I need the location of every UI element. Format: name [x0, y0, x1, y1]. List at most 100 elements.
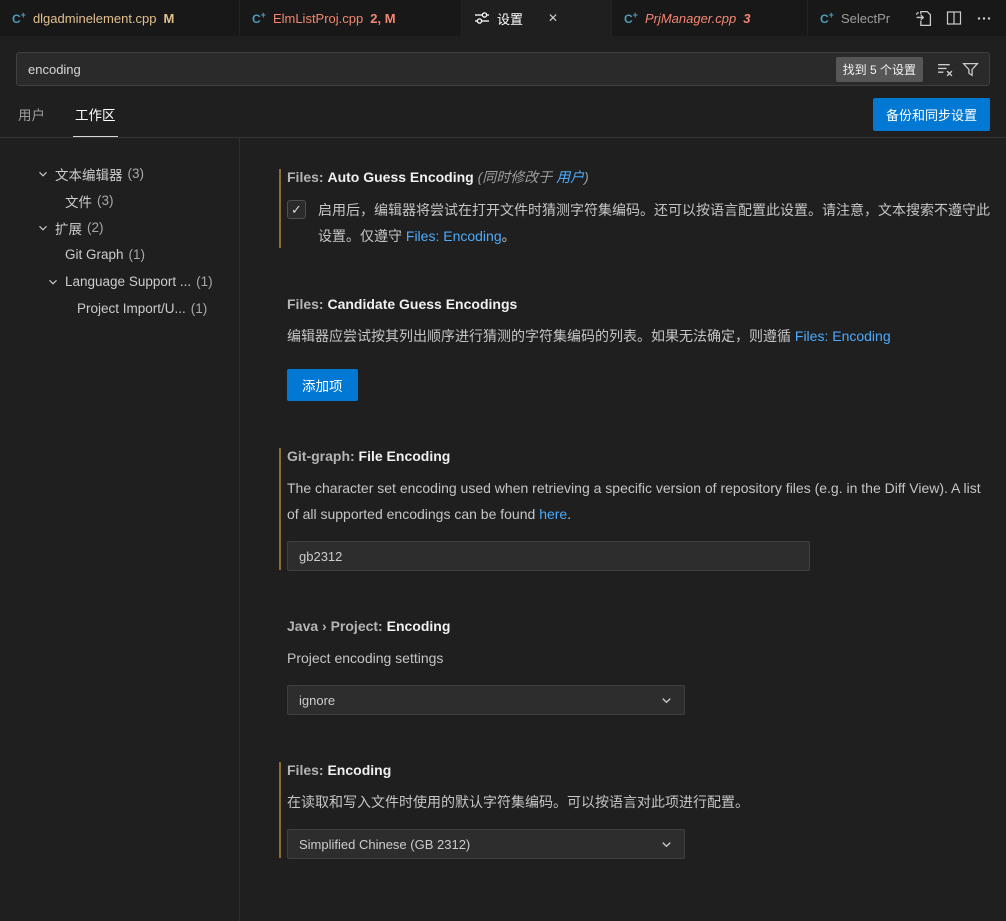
also-modified-note: (同时修改于 用户) [478, 169, 589, 185]
settings-scope-bar: 用户 工作区 备份和同步设置 [0, 92, 1006, 138]
setting-category: Git-graph: [287, 448, 359, 464]
clear-search-icon[interactable] [935, 59, 956, 80]
setting-title: Files: Auto Guess Encoding (同时修改于 用户) [287, 168, 990, 187]
open-settings-json-icon[interactable] [915, 10, 932, 27]
toc-label: Language Support ... [65, 274, 191, 289]
toc-label: Project Import/U... [77, 301, 186, 316]
tab-dlgadminelement-cpp[interactable]: C+ dlgadminelement.cpp M [0, 0, 240, 36]
select-value: Simplified Chinese (GB 2312) [299, 837, 470, 852]
toc-label: 文本编辑器 [55, 164, 123, 184]
files-encoding-link[interactable]: Files: Encoding [406, 228, 502, 244]
files-encoding-select[interactable]: Simplified Chinese (GB 2312) [287, 829, 685, 859]
settings-search-section: encoding 找到 5 个设置 [0, 36, 1006, 86]
cpp-file-icon: C+ [624, 10, 638, 26]
chevron-down-icon [36, 167, 50, 181]
files-encoding-link[interactable]: Files: Encoding [795, 328, 891, 344]
setting-files-auto-guess-encoding: Files: Auto Guess Encoding (同时修改于 用户) ✓ … [287, 168, 990, 249]
cpp-file-icon: C+ [252, 10, 266, 26]
scope-tab-workspace[interactable]: 工作区 [73, 92, 118, 137]
file-encoding-text-input[interactable]: gb2312 [287, 541, 810, 571]
toc-count: (3) [97, 193, 114, 208]
search-query-text: encoding [28, 62, 836, 77]
tab-prjmanager-cpp[interactable]: C+ PrjManager.cpp 3 [612, 0, 808, 36]
add-item-button[interactable]: 添加项 [287, 369, 358, 401]
tab-selectpr[interactable]: C+ SelectPr [808, 0, 909, 36]
toc-item-extensions[interactable]: 扩展 (2) [0, 214, 239, 241]
modified-indicator-bar [279, 169, 281, 248]
tab-label: ElmListProj.cpp [273, 11, 363, 26]
setting-files-candidate-guess-encodings: Files: Candidate Guess Encodings 编辑器应尝试按… [287, 295, 990, 401]
java-project-encoding-select[interactable]: ignore [287, 685, 685, 715]
setting-java-project-encoding: Java › Project: Encoding Project encodin… [287, 617, 990, 715]
setting-checkbox-row: ✓ 启用后，编辑器将尝试在打开文件时猜测字符集编码。还可以按语言配置此设置。请注… [287, 197, 990, 249]
cpp-file-icon: C+ [12, 10, 26, 26]
setting-name: Candidate Guess Encodings [327, 296, 517, 312]
setting-description: Project encoding settings [287, 645, 990, 671]
setting-description: 启用后，编辑器将尝试在打开文件时猜测字符集编码。还可以按语言配置此设置。请注意，… [318, 197, 990, 249]
tab-label: 设置 [497, 9, 523, 28]
editor-actions-toolbar [909, 0, 1006, 36]
setting-description: 编辑器应尝试按其列出顺序进行猜测的字符集编码的列表。如果无法确定，则遵循 Fil… [287, 323, 990, 349]
chevron-down-icon [659, 837, 674, 852]
results-count-badge: 找到 5 个设置 [836, 57, 923, 82]
toc-label: 文件 [65, 191, 92, 211]
settings-list: Files: Auto Guess Encoding (同时修改于 用户) ✓ … [240, 138, 1006, 921]
setting-title: Files: Candidate Guess Encodings [287, 295, 990, 314]
toc-item-files[interactable]: 文件 (3) [0, 187, 239, 214]
setting-description: The character set encoding used when ret… [287, 475, 990, 527]
toc-count: (3) [128, 166, 145, 181]
setting-category: Files: [287, 762, 327, 778]
editor-tab-bar: C+ dlgadminelement.cpp M C+ ElmListProj.… [0, 0, 1006, 36]
filter-funnel-icon[interactable] [960, 59, 981, 80]
tab-label: PrjManager.cpp [645, 11, 736, 26]
tab-problems-badge: 2, M [370, 11, 395, 26]
modified-indicator-bar [279, 448, 281, 570]
setting-category: Files: [287, 169, 327, 185]
toc-count: (1) [196, 274, 213, 289]
select-value: ignore [299, 693, 335, 708]
setting-title: Git-graph: File Encoding [287, 447, 990, 466]
settings-body: 文本编辑器 (3) 文件 (3) 扩展 (2) Git Graph (1) La… [0, 138, 1006, 921]
settings-search-input[interactable]: encoding 找到 5 个设置 [16, 52, 990, 86]
chevron-down-icon [659, 693, 674, 708]
tab-settings-active[interactable]: 设置 ✕ [462, 0, 612, 36]
toc-count: (2) [87, 220, 104, 235]
checkbox-checked[interactable]: ✓ [287, 200, 306, 219]
settings-sliders-icon [474, 10, 490, 26]
setting-title: Files: Encoding [287, 761, 990, 780]
toc-count: (1) [191, 301, 208, 316]
toc-item-text-editor[interactable]: 文本编辑器 (3) [0, 160, 239, 187]
toc-item-project-import[interactable]: Project Import/U... (1) [0, 295, 239, 322]
more-actions-icon[interactable] [976, 10, 992, 26]
setting-name: Encoding [327, 762, 391, 778]
vscode-settings-window: C+ dlgadminelement.cpp M C+ ElmListProj.… [0, 0, 1006, 921]
tab-git-badge: M [164, 11, 175, 26]
setting-description: 在读取和写入文件时使用的默认字符集编码。可以按语言对此项进行配置。 [287, 789, 990, 815]
scope-tab-user[interactable]: 用户 [16, 92, 47, 137]
close-tab-icon[interactable]: ✕ [544, 9, 562, 27]
also-modified-user-link[interactable]: 用户 [556, 169, 584, 185]
cpp-file-icon: C+ [820, 10, 834, 26]
setting-title: Java › Project: Encoding [287, 617, 990, 636]
toc-label: 扩展 [55, 218, 82, 238]
tab-label: SelectPr [841, 11, 890, 26]
toc-item-language-support[interactable]: Language Support ... (1) [0, 268, 239, 295]
chevron-down-icon [46, 275, 60, 289]
chevron-down-icon [36, 221, 50, 235]
tab-elmlistproj-cpp[interactable]: C+ ElmListProj.cpp 2, M [240, 0, 462, 36]
tab-label: dlgadminelement.cpp [33, 11, 157, 26]
backup-sync-settings-button[interactable]: 备份和同步设置 [873, 98, 990, 131]
setting-name: Encoding [387, 618, 451, 634]
setting-gitgraph-file-encoding: Git-graph: File Encoding The character s… [287, 447, 990, 571]
setting-category: Files: [287, 296, 327, 312]
here-link[interactable]: here [539, 506, 567, 522]
setting-files-encoding: Files: Encoding 在读取和写入文件时使用的默认字符集编码。可以按语… [287, 761, 990, 859]
toc-count: (1) [129, 247, 146, 262]
setting-name: Auto Guess Encoding [327, 169, 473, 185]
tab-problems-badge: 3 [743, 11, 750, 26]
modified-indicator-bar [279, 762, 281, 858]
split-editor-icon[interactable] [946, 10, 962, 26]
setting-category: Java › Project: [287, 618, 387, 634]
toc-label: Git Graph [65, 247, 124, 262]
toc-item-git-graph[interactable]: Git Graph (1) [0, 241, 239, 268]
